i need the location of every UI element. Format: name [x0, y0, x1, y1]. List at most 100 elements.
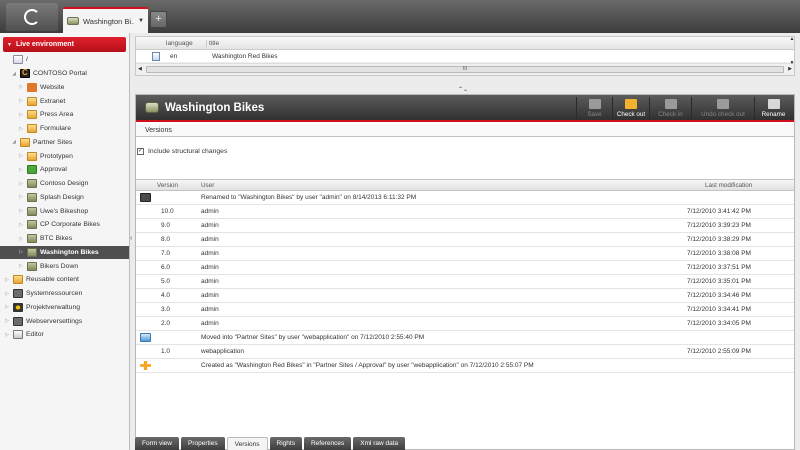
last-modification-cell: 7/12/2010 3:41:42 PM	[687, 208, 751, 215]
version-row[interactable]: Created as "Washington Red Bikes" in "Pa…	[136, 359, 794, 373]
include-structural-changes-checkbox[interactable]: ✓	[137, 148, 144, 155]
live-environment-header[interactable]: ▼ Live environment	[3, 37, 126, 52]
expand-toggle-icon[interactable]: ▷	[18, 236, 24, 242]
expand-toggle-icon[interactable]: ▷	[18, 249, 24, 255]
check-in-button[interactable]: Check in	[649, 97, 691, 120]
tab-references[interactable]: References	[303, 437, 352, 450]
version-row[interactable]: 1.0 webapplication 7/12/2010 2:55:09 PM	[136, 345, 794, 359]
version-row[interactable]: 8.0 admin 7/12/2010 3:38:29 PM	[136, 233, 794, 247]
expand-toggle-icon[interactable]: ▷	[18, 98, 24, 104]
version-cell: 10.0	[161, 208, 174, 215]
expand-toggle-icon[interactable]: ▷	[18, 181, 24, 187]
expand-toggle-icon[interactable]: ▷	[18, 112, 24, 118]
tree-item-formulare[interactable]: ▷ Formulare	[0, 122, 129, 136]
tree-item-prototypen[interactable]: ▷ Prototypen	[0, 149, 129, 163]
tree-item-contoso-design[interactable]: ▷ Contoso Design	[0, 177, 129, 191]
language-row[interactable]: en Washington Red Bikes	[136, 50, 794, 63]
tree-item-extranet[interactable]: ▷ Extranet	[0, 94, 129, 108]
tab-versions[interactable]: Versions	[226, 437, 268, 450]
expand-toggle-icon[interactable]: ▷	[18, 167, 24, 173]
system-icon	[13, 316, 23, 326]
document-tab[interactable]: Washington Bi... ▼	[63, 7, 148, 33]
version-row[interactable]: 5.0 admin 7/12/2010 3:35:01 PM	[136, 275, 794, 289]
tree-item-cp-corporate-bikes[interactable]: ▷ CP Corporate Bikes	[0, 218, 129, 232]
folder-icon	[27, 151, 37, 161]
version-row[interactable]: Renamed to "Washington Bikes" by user "a…	[136, 191, 794, 205]
tree-item-editor[interactable]: ▷ Editor	[0, 328, 129, 342]
expand-toggle-icon[interactable]: ▷	[4, 332, 10, 338]
folder-icon	[13, 275, 23, 285]
tree-item-label: BTC Bikes	[40, 235, 73, 243]
tree-item-splash-design[interactable]: ▷ Splash Design	[0, 191, 129, 205]
tab-xml-raw-data[interactable]: Xml raw data	[353, 437, 406, 450]
tree-item-systemressourcen[interactable]: ▷ Systemressourcen	[0, 287, 129, 301]
expand-toggle-icon[interactable]: ▷	[18, 84, 24, 90]
tree-item-washington-bikes[interactable]: ▷ Washington Bikes	[0, 245, 129, 260]
version-row[interactable]: 7.0 admin 7/12/2010 3:38:08 PM	[136, 247, 794, 261]
collapse-icon[interactable]: ▼	[7, 42, 12, 48]
splitter-handle[interactable]: ‹	[130, 235, 134, 242]
save-button[interactable]: Save	[576, 97, 612, 120]
collapse-panel-icon[interactable]: ⌃⌄	[458, 86, 468, 93]
rename-button[interactable]: Rename	[754, 97, 792, 120]
tree-item-projektverwaltung[interactable]: ▷ Projektverwaltung	[0, 301, 129, 315]
tree-item-approval[interactable]: ▷ Approval	[0, 163, 129, 177]
tab-rights[interactable]: Rights	[269, 437, 302, 450]
chevron-down-icon[interactable]: ▼	[138, 18, 144, 24]
tree-item-press-area[interactable]: ▷ Press Area	[0, 108, 129, 122]
app-logo[interactable]	[6, 3, 58, 31]
scroll-down-icon[interactable]: ▼	[788, 60, 796, 72]
expand-toggle-icon[interactable]: ▷	[4, 277, 10, 283]
tree-item-website[interactable]: ▷ Website	[0, 81, 129, 95]
tree-item-[interactable]: /	[0, 53, 129, 67]
scroll-up-icon[interactable]: ▲	[788, 36, 796, 48]
expand-toggle-icon[interactable]: ◢	[11, 71, 17, 77]
expand-toggle-icon[interactable]: ▷	[4, 291, 10, 297]
tree-item-webserversettings[interactable]: ▷ Webserversettings	[0, 314, 129, 328]
expand-toggle-icon[interactable]: ▷	[18, 126, 24, 132]
vertical-scrollbar[interactable]: ▲ ▼	[788, 36, 796, 76]
version-row[interactable]: 3.0 admin 7/12/2010 3:34:41 PM	[136, 303, 794, 317]
expand-toggle-icon[interactable]: ▷	[18, 194, 24, 200]
tab-form-view[interactable]: Form view	[135, 437, 179, 450]
expand-toggle-icon[interactable]: ▷	[4, 318, 10, 324]
expand-toggle-icon[interactable]: ▷	[18, 222, 24, 228]
expand-toggle-icon[interactable]: ▷	[18, 153, 24, 159]
expand-toggle-icon[interactable]: ◢	[11, 139, 17, 145]
user-cell: admin	[201, 306, 219, 313]
tree-item-reusable-content[interactable]: ▷ Reusable content	[0, 273, 129, 287]
tree-item-btc-bikes[interactable]: ▷ BTC Bikes	[0, 232, 129, 246]
tree-item-uwe-s-bikeshop[interactable]: ▷ Uwe's Bikeshop	[0, 204, 129, 218]
bottom-tab-bar: Form view Properties Versions Rights Referen…	[135, 437, 800, 450]
version-row[interactable]: 9.0 admin 7/12/2010 3:39:23 PM	[136, 219, 794, 233]
expand-toggle-icon[interactable]: ▷	[18, 208, 24, 214]
scroll-thumb[interactable]: III	[146, 66, 784, 73]
tree-item-partner-sites[interactable]: ◢ Partner Sites	[0, 136, 129, 150]
version-row[interactable]: 10.0 admin 7/12/2010 3:41:42 PM	[136, 205, 794, 219]
expand-toggle-icon[interactable]: ▷	[18, 263, 24, 269]
tab-label: Washington Bi...	[83, 16, 135, 26]
version-row[interactable]: 2.0 admin 7/12/2010 3:34:05 PM	[136, 317, 794, 331]
undo-check-out-button[interactable]: Undo check out	[691, 97, 754, 120]
language-column-header[interactable]: language	[166, 40, 206, 47]
check-out-button[interactable]: Check out	[612, 97, 649, 120]
scroll-left-icon[interactable]: ◀	[138, 66, 142, 72]
page-icon	[13, 55, 23, 65]
include-structural-changes[interactable]: ✓ Include structural changes	[136, 148, 227, 155]
tab-properties[interactable]: Properties	[180, 437, 225, 450]
horizontal-scrollbar[interactable]: ◀ III ▶	[136, 63, 794, 75]
last-modification-cell: 7/12/2010 3:34:46 PM	[687, 292, 751, 299]
user-column-header[interactable]: User	[201, 182, 214, 189]
version-column-header[interactable]: Version	[157, 182, 178, 189]
version-row[interactable]: Moved into "Partner Sites" by user "weba…	[136, 331, 794, 345]
tree-item-label: Webserversettings	[26, 317, 83, 325]
add-tab-button[interactable]: +	[150, 11, 167, 28]
tree-item-contoso-portal[interactable]: ◢ CONTOSO Portal	[0, 67, 129, 81]
title-column-header[interactable]: title	[206, 39, 219, 47]
expand-toggle-icon[interactable]: ▷	[4, 304, 10, 310]
last-modification-column-header[interactable]: Last modification	[705, 182, 752, 189]
project-icon	[13, 302, 23, 312]
version-row[interactable]: 6.0 admin 7/12/2010 3:37:51 PM	[136, 261, 794, 275]
tree-item-bikers-down[interactable]: ▷ Bikers Down	[0, 259, 129, 273]
version-row[interactable]: 4.0 admin 7/12/2010 3:34:46 PM	[136, 289, 794, 303]
